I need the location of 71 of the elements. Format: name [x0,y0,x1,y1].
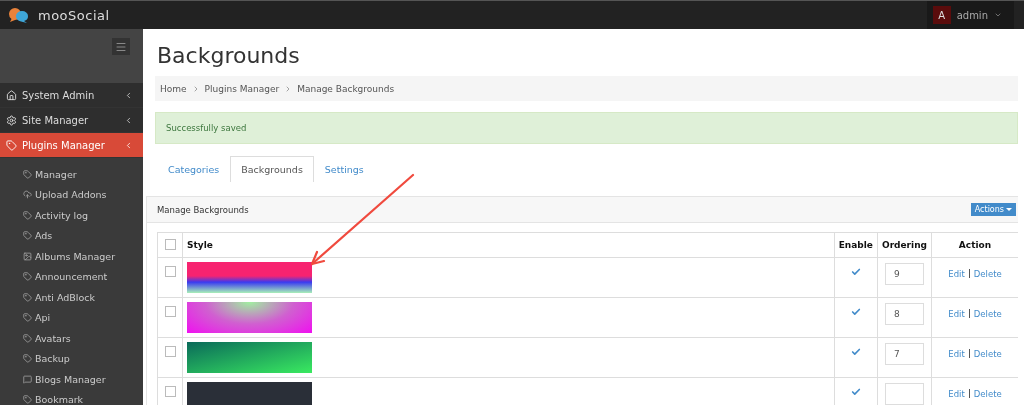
tag-icon [23,169,32,179]
ordering-field[interactable]: 8 [885,303,924,325]
tag-icon [23,395,32,405]
edit-link[interactable]: Edit [948,349,965,359]
tag-icon [23,354,32,364]
delete-link[interactable]: Delete [973,349,1002,359]
sidebar-item[interactable]: Bookmark [0,389,143,405]
column-header: Style [182,232,835,258]
actions-button[interactable]: Actions [970,203,1016,216]
sidebar-item[interactable]: Announcement [0,266,143,287]
sidebar-item[interactable]: Manager [0,164,143,185]
settings-icon [6,114,17,126]
delete-link[interactable]: Delete [973,269,1002,279]
sidebar-item[interactable]: Activity log [0,205,143,226]
column-header: Action [931,232,1018,258]
sidebar-item[interactable]: Upload Addons [0,184,143,205]
image-icon [23,251,32,261]
row-checkbox[interactable] [164,346,176,357]
breadcrumb-item[interactable]: Home [160,83,187,94]
sidebar-section[interactable]: Plugins Manager [0,133,143,158]
menu-icon [115,40,127,53]
tag-icon [6,139,17,151]
logo-text: mooSocial [38,7,110,23]
chat-icon [23,374,32,384]
sidebar-item[interactable]: Avatars [0,328,143,349]
tag-icon [23,210,32,220]
sidebar-item[interactable]: Blogs Manager [0,369,143,390]
sidebar-item[interactable]: Backup [0,348,143,369]
success-alert: Successfully saved [155,112,1018,144]
tag-icon [23,272,32,282]
sidebar-item[interactable]: Albums Manager [0,246,143,267]
tag-icon [23,292,32,302]
home-icon [6,89,17,101]
row-checkbox[interactable] [164,266,176,277]
sidebar-section[interactable]: Site Manager [0,108,143,133]
delete-link[interactable]: Delete [973,309,1002,319]
sidebar-item[interactable]: Anti AdBlock [0,287,143,308]
edit-link[interactable]: Edit [948,269,965,279]
ordering-field[interactable]: 9 [885,263,924,285]
chevron-icon [124,115,133,125]
menu-toggle[interactable] [112,38,130,55]
ordering-field[interactable] [885,383,924,405]
caret-icon [994,11,1002,19]
tab[interactable]: Backgrounds [230,156,314,182]
sidebar-item[interactable]: Ads [0,225,143,246]
chevron-icon [124,140,133,150]
row-checkbox[interactable] [164,306,176,317]
ordering-field[interactable]: 7 [885,343,924,365]
edit-link[interactable]: Edit [948,389,965,399]
tag-icon [23,231,32,241]
tag-icon [23,333,32,343]
sidebar-item[interactable]: Api [0,307,143,328]
caret-icon [1006,208,1012,211]
row-checkbox[interactable] [164,386,176,397]
breadcrumb-item: Manage Backgrounds [297,83,395,94]
delete-link[interactable]: Delete [973,389,1002,399]
user-name: admin [956,9,988,21]
column-header: Enable [834,232,878,258]
breadcrumb-item[interactable]: Plugins Manager [204,83,280,94]
page-title: Backgrounds [157,43,301,68]
logo-icon [8,7,30,23]
edit-link[interactable]: Edit [948,309,965,319]
cloud-upload-icon [23,190,32,200]
column-header: Ordering [877,232,932,258]
panel-title: Manage Backgrounds [157,204,249,215]
select-all-checkbox[interactable] [164,239,176,250]
sidebar-section[interactable]: System Admin [0,83,143,108]
tag-icon [23,313,32,323]
user-menu[interactable]: A admin [926,1,1014,29]
chevron-icon [124,90,133,100]
user-avatar: A [932,6,951,24]
